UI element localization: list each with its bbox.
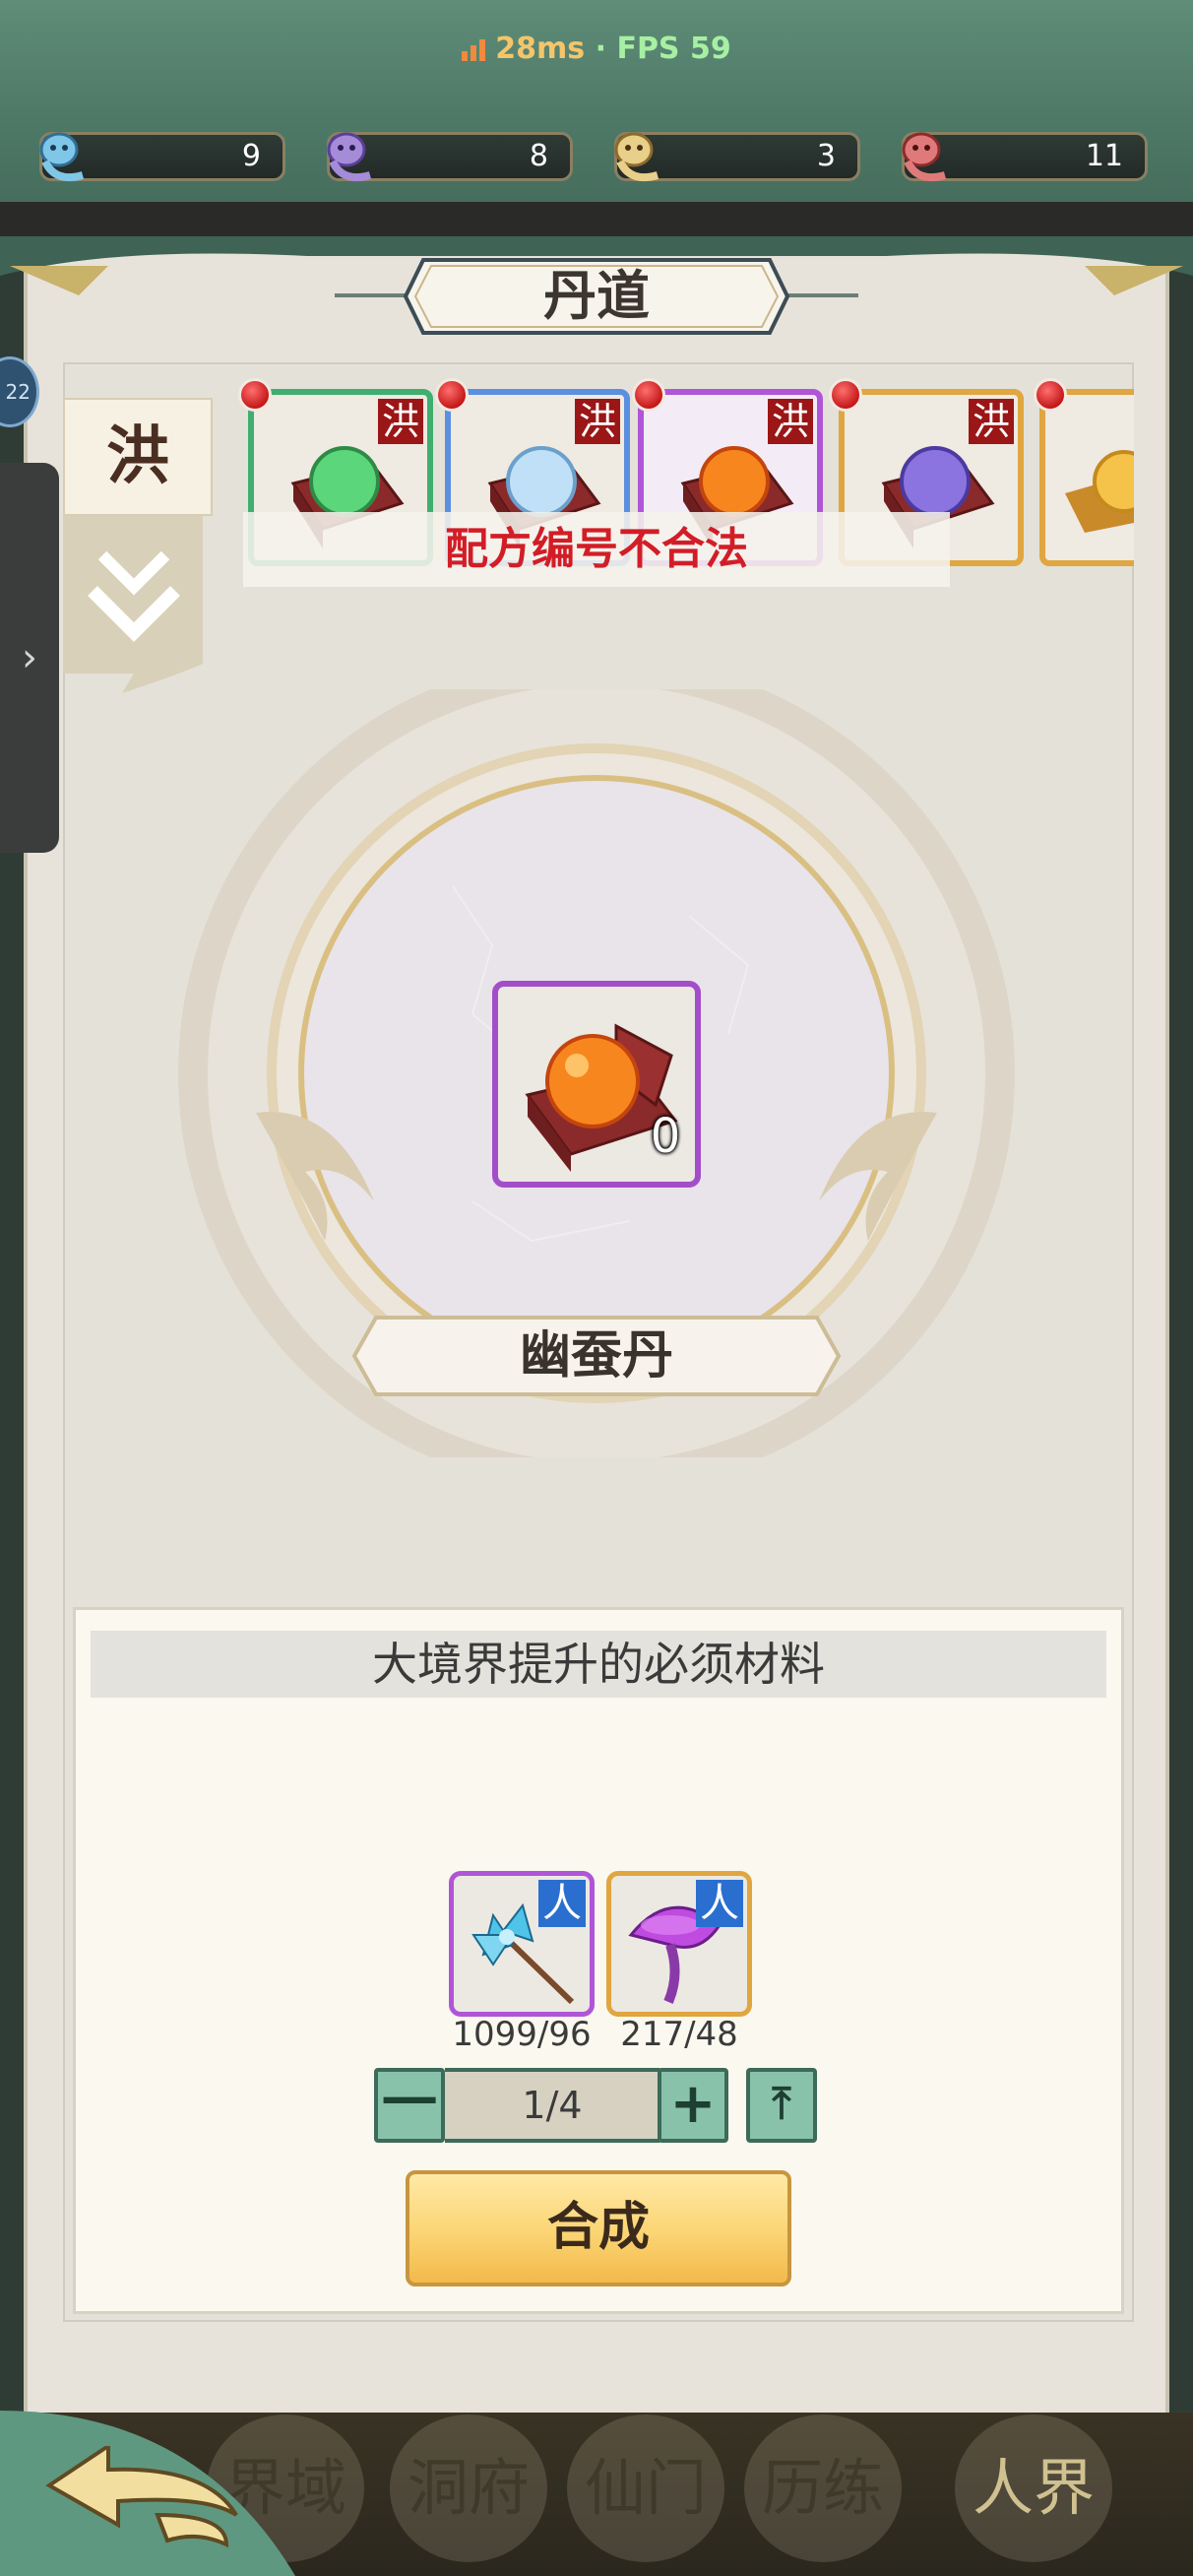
yellow-spirit-creature-icon (614, 132, 659, 182)
pill-count: 0 (650, 1109, 681, 1164)
purple-spirit-creature-icon (327, 132, 372, 182)
recipe-card-5[interactable] (1039, 389, 1134, 566)
recipe-alert-dot (1034, 378, 1067, 412)
nav-item-cave[interactable]: 洞府 (390, 2415, 547, 2562)
recipe-alert-dot (435, 378, 469, 412)
performance-readout: 28ms · FPS 59 (0, 32, 1193, 66)
red-spirit-creature-icon (902, 132, 947, 182)
recipe-tag: 洪 (969, 399, 1014, 444)
decrease-button[interactable]: 一 (374, 2068, 445, 2143)
synthesize-button[interactable]: 合成 (406, 2170, 791, 2286)
expand-chevron-icon[interactable] (63, 516, 203, 693)
recipe-alert-dot (632, 378, 665, 412)
back-arrow-icon[interactable] (39, 2446, 256, 2556)
material-grade-tag: 人 (696, 1880, 743, 1927)
recipe-alert-dot (829, 378, 862, 412)
max-quantity-button[interactable]: ⤒ (746, 2068, 817, 2143)
fps-value: FPS 59 (616, 32, 731, 66)
quantity-value: 1/4 (445, 2068, 659, 2143)
materials-header: 大境界提升的必须材料 (91, 1631, 1106, 1698)
blue-spirit-creature-icon (39, 132, 85, 182)
material-slot-1[interactable]: 人 (449, 1871, 595, 2017)
signal-icon (462, 38, 486, 61)
material-grade-tag: 人 (538, 1880, 586, 1927)
pill-name: 幽蚕丹 (519, 1325, 673, 1385)
separator: · (595, 32, 606, 66)
nav-item-trial[interactable]: 历练 (744, 2415, 902, 2562)
increase-button[interactable]: + (658, 2068, 728, 2143)
nav-item-sect[interactable]: 仙门 (567, 2415, 724, 2562)
ping-value: 28ms (495, 32, 586, 66)
error-toast: 配方编号不合法 (243, 512, 950, 587)
recipe-alert-dot (238, 378, 272, 412)
page-title: 丹道 (543, 264, 650, 327)
category-tab-hong[interactable]: 洪 (63, 398, 213, 516)
recipe-tag: 洪 (575, 399, 620, 444)
material-count-1: 1099/96 (452, 2015, 592, 2054)
nav-item-mortal-realm[interactable]: 人界 (955, 2415, 1112, 2562)
material-slot-2[interactable]: 人 (606, 1871, 752, 2017)
recipe-tag: 洪 (768, 399, 813, 444)
left-drawer-toggle[interactable]: › (0, 463, 59, 853)
material-count-2: 217/48 (620, 2015, 738, 2054)
gold-orb-chest-icon (1065, 450, 1134, 533)
recipe-tag: 洪 (378, 399, 423, 444)
